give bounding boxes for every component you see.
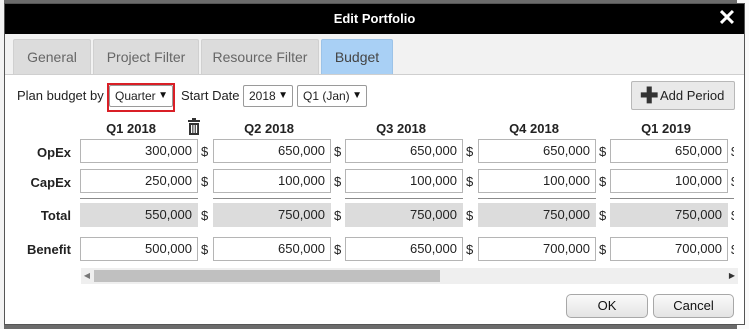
horizontal-scrollbar[interactable]: ◀ ▶: [81, 268, 738, 284]
divider: [80, 198, 198, 199]
scroll-left-icon[interactable]: ◀: [81, 268, 93, 284]
capex-cell[interactable]: 100,000: [478, 169, 596, 193]
total-cell: 750,000: [610, 203, 728, 227]
currency-symbol: $: [599, 208, 607, 223]
period-header: Q1 2019: [641, 121, 691, 136]
currency-symbol: $: [201, 174, 209, 189]
budget-grid: Q1 2018 Q2 2018 Q3 2018 Q4 2018 Q1 2019 …: [13, 113, 734, 273]
tab-bar: General Project Filter Resource Filter B…: [5, 34, 744, 75]
benefit-cell[interactable]: 500,000: [80, 237, 198, 261]
total-cell: 750,000: [478, 203, 596, 227]
divider: [478, 198, 596, 199]
opex-cell[interactable]: 650,000: [610, 139, 728, 163]
capex-cell[interactable]: 100,000: [610, 169, 728, 193]
total-cell: 750,000: [345, 203, 463, 227]
tab-project-filter[interactable]: Project Filter: [93, 39, 199, 74]
add-period-button[interactable]: ✚ Add Period: [631, 81, 735, 110]
opex-cell[interactable]: 650,000: [478, 139, 596, 163]
period-header: Q2 2018: [244, 121, 294, 136]
tab-budget[interactable]: Budget: [321, 39, 393, 74]
currency-symbol: $: [466, 242, 474, 257]
tab-resource-filter[interactable]: Resource Filter: [201, 39, 319, 74]
plan-budget-label: Plan budget by: [17, 88, 104, 103]
ok-button[interactable]: OK: [566, 294, 648, 318]
currency-symbol: $: [201, 208, 209, 223]
currency-symbol: $: [731, 144, 734, 159]
currency-symbol: $: [731, 174, 734, 189]
currency-symbol: $: [334, 144, 342, 159]
row-label-opex: OpEx: [37, 145, 71, 160]
plus-icon: ✚: [640, 83, 659, 108]
row-label-benefit: Benefit: [26, 242, 71, 257]
currency-symbol: $: [466, 144, 474, 159]
benefit-cell[interactable]: 650,000: [213, 237, 331, 261]
capex-cell[interactable]: 100,000: [345, 169, 463, 193]
start-year-value: 2018: [249, 89, 276, 103]
scroll-thumb[interactable]: [94, 270, 440, 282]
benefit-cell[interactable]: 700,000: [478, 237, 596, 261]
start-year-select[interactable]: 2018 ▼: [243, 85, 293, 107]
currency-symbol: $: [334, 174, 342, 189]
total-cell: 550,000: [80, 203, 198, 227]
currency-symbol: $: [599, 144, 607, 159]
row-label-capex: CapEx: [30, 175, 71, 190]
benefit-cell[interactable]: 650,000: [345, 237, 463, 261]
trash-icon[interactable]: [187, 118, 201, 135]
start-date-label: Start Date: [181, 88, 240, 103]
capex-cell[interactable]: 100,000: [213, 169, 331, 193]
opex-cell[interactable]: 300,000: [80, 139, 198, 163]
row-label-total: Total: [40, 208, 71, 223]
benefit-cell[interactable]: 700,000: [610, 237, 728, 261]
currency-symbol: $: [599, 174, 607, 189]
currency-symbol: $: [334, 208, 342, 223]
close-icon[interactable]: ✕: [716, 6, 738, 30]
dropdown-arrow-icon: ▼: [278, 90, 288, 101]
scroll-right-icon[interactable]: ▶: [726, 268, 738, 284]
add-period-label: Add Period: [660, 88, 725, 103]
period-header: Q4 2018: [509, 121, 559, 136]
currency-symbol: $: [201, 144, 209, 159]
highlight-box: [107, 83, 175, 112]
cancel-button[interactable]: Cancel: [653, 294, 734, 318]
start-quarter-value: Q1 (Jan): [303, 89, 350, 103]
currency-symbol: $: [466, 174, 474, 189]
capex-cell[interactable]: 250,000: [80, 169, 198, 193]
period-header: Q1 2018: [106, 121, 156, 136]
period-header: Q3 2018: [376, 121, 426, 136]
divider: [213, 198, 331, 199]
tab-general[interactable]: General: [13, 39, 91, 74]
currency-symbol: $: [201, 242, 209, 257]
opex-cell[interactable]: 650,000: [213, 139, 331, 163]
currency-symbol: $: [599, 242, 607, 257]
dialog-title: Edit Portfolio: [333, 11, 416, 26]
currency-symbol: $: [334, 242, 342, 257]
total-cell: 750,000: [213, 203, 331, 227]
currency-symbol: $: [466, 208, 474, 223]
opex-cell[interactable]: 650,000: [345, 139, 463, 163]
divider: [610, 198, 734, 199]
divider: [345, 198, 463, 199]
currency-symbol: $: [731, 208, 734, 223]
currency-symbol: $: [731, 242, 734, 257]
edit-portfolio-dialog: Edit Portfolio ✕ General Project Filter …: [4, 3, 745, 325]
dropdown-arrow-icon: ▼: [352, 90, 362, 101]
start-quarter-select[interactable]: Q1 (Jan) ▼: [297, 85, 367, 107]
title-bar: Edit Portfolio ✕: [5, 4, 744, 34]
